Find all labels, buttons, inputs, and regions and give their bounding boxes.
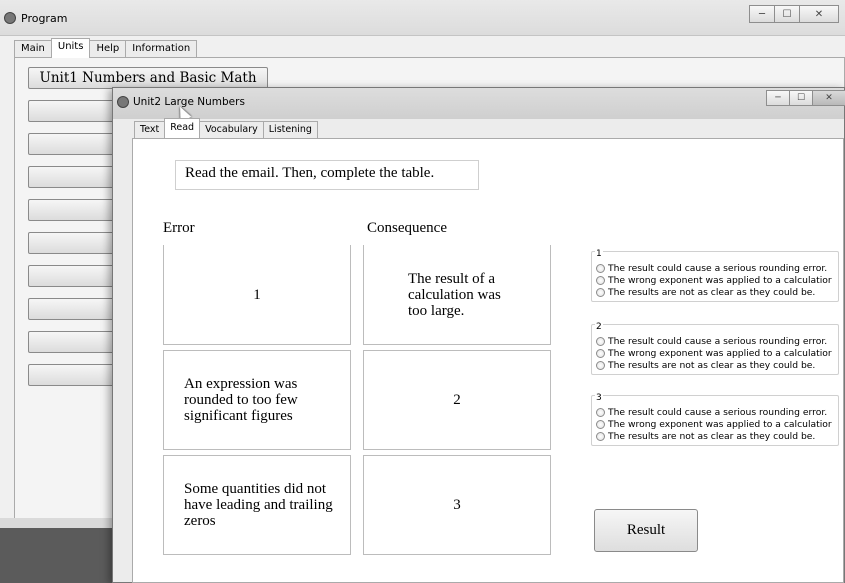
tab-information[interactable]: Information xyxy=(125,40,198,58)
consequence-text-2: 2 xyxy=(453,392,461,408)
result-button[interactable]: Result xyxy=(594,509,698,552)
unit2-close-button[interactable]: ✕ xyxy=(812,90,845,106)
answer-option[interactable]: The wrong exponent was applied to a calc… xyxy=(596,348,832,359)
answer-group-3: 3 The result could cause a serious round… xyxy=(591,393,839,446)
answer-group-2-label: 2 xyxy=(595,322,603,332)
answer-group-1: 1 The result could cause a serious round… xyxy=(591,249,839,302)
taskbar xyxy=(0,528,120,583)
error-cell-2: An expression was rounded to too few sig… xyxy=(163,350,351,450)
answer-group-2: 2 The result could cause a serious round… xyxy=(591,322,839,375)
unit2-title-bar: Unit2 Large Numbers ─ ☐ ✕ xyxy=(113,88,845,119)
app-icon xyxy=(117,96,129,108)
minimize-button[interactable]: ─ xyxy=(749,5,775,23)
answer-option[interactable]: The results are not as clear as they cou… xyxy=(596,431,815,442)
option-label: The results are not as clear as they cou… xyxy=(608,360,816,371)
radio-button[interactable] xyxy=(596,349,605,358)
answer-option[interactable]: The result could cause a serious roundin… xyxy=(596,407,827,418)
tab-vocabulary[interactable]: Vocabulary xyxy=(199,121,264,138)
close-button[interactable]: ✕ xyxy=(799,5,839,23)
tab-read[interactable]: Read xyxy=(164,118,201,138)
maximize-button[interactable]: ☐ xyxy=(774,5,800,23)
option-label: The result could cause a serious roundin… xyxy=(608,263,828,274)
radio-button[interactable] xyxy=(596,432,605,441)
error-text-3: Some quantities did not have leading and… xyxy=(184,481,333,529)
radio-button[interactable] xyxy=(596,264,605,273)
answer-group-3-label: 3 xyxy=(595,393,603,403)
error-text-1: 1 xyxy=(253,286,261,303)
unit2-tab-bar: Text Read Vocabulary Listening xyxy=(134,118,318,138)
radio-button[interactable] xyxy=(596,408,605,417)
unit2-window-title: Unit2 Large Numbers xyxy=(133,96,245,108)
option-label: The result could cause a serious roundin… xyxy=(608,407,828,418)
radio-button[interactable] xyxy=(596,337,605,346)
consequence-cell-1: The result of a calculation was too larg… xyxy=(363,245,551,345)
tab-text[interactable]: Text xyxy=(134,121,166,138)
consequence-text-3: 3 xyxy=(453,497,461,513)
consequence-column-header: Consequence xyxy=(367,220,447,236)
option-label: The results are not as clear as they cou… xyxy=(608,287,816,298)
tab-main[interactable]: Main xyxy=(14,40,52,58)
answer-option[interactable]: The wrong exponent was applied to a calc… xyxy=(596,419,832,430)
radio-button[interactable] xyxy=(596,276,605,285)
consequence-text-1: The result of a calculation was too larg… xyxy=(408,270,501,319)
answer-group-1-label: 1 xyxy=(595,249,603,259)
main-tab-bar: Main Units Help Information xyxy=(14,38,198,58)
answer-option[interactable]: The results are not as clear as they cou… xyxy=(596,287,815,298)
option-label: The result could cause a serious roundin… xyxy=(608,336,828,347)
error-text-2: An expression was rounded to too few sig… xyxy=(184,376,298,424)
answer-option[interactable]: The result could cause a serious roundin… xyxy=(596,336,827,347)
consequence-cell-3: 3 xyxy=(363,455,551,555)
error-cell-3: Some quantities did not have leading and… xyxy=(163,455,351,555)
taskbar-edge xyxy=(0,518,120,528)
tab-units[interactable]: Units xyxy=(50,38,91,58)
error-column-header: Error xyxy=(163,220,195,236)
instruction-box: Read the email. Then, complete the table… xyxy=(175,160,479,190)
option-label: The wrong exponent was applied to a calc… xyxy=(608,419,832,430)
unit2-window: Unit2 Large Numbers ─ ☐ ✕ Text Read Voca… xyxy=(112,87,845,583)
answer-option[interactable]: The wrong exponent was applied to a calc… xyxy=(596,275,832,286)
radio-button[interactable] xyxy=(596,420,605,429)
unit-1-button[interactable]: Unit1 Numbers and Basic Math xyxy=(28,67,268,89)
answer-option[interactable]: The results are not as clear as they cou… xyxy=(596,360,815,371)
option-label: The wrong exponent was applied to a calc… xyxy=(608,275,832,286)
window-title-bar: Program ─ ☐ ✕ xyxy=(0,0,845,36)
option-label: The wrong exponent was applied to a calc… xyxy=(608,348,832,359)
window-title: Program xyxy=(21,12,68,25)
app-icon xyxy=(4,12,16,24)
error-cell-1: 1 xyxy=(163,245,351,345)
option-label: The results are not as clear as they cou… xyxy=(608,431,816,442)
tab-listening[interactable]: Listening xyxy=(262,121,318,138)
answer-option[interactable]: The result could cause a serious roundin… xyxy=(596,263,827,274)
radio-button[interactable] xyxy=(596,361,605,370)
unit2-window-controls: ─ ☐ ✕ xyxy=(766,90,845,106)
tab-help[interactable]: Help xyxy=(89,40,127,58)
radio-button[interactable] xyxy=(596,288,605,297)
consequence-cell-2: 2 xyxy=(363,350,551,450)
window-controls: ─ ☐ ✕ xyxy=(749,5,839,23)
unit2-minimize-button[interactable]: ─ xyxy=(766,90,790,106)
read-panel: Read the email. Then, complete the table… xyxy=(132,138,844,583)
unit2-maximize-button[interactable]: ☐ xyxy=(789,90,813,106)
